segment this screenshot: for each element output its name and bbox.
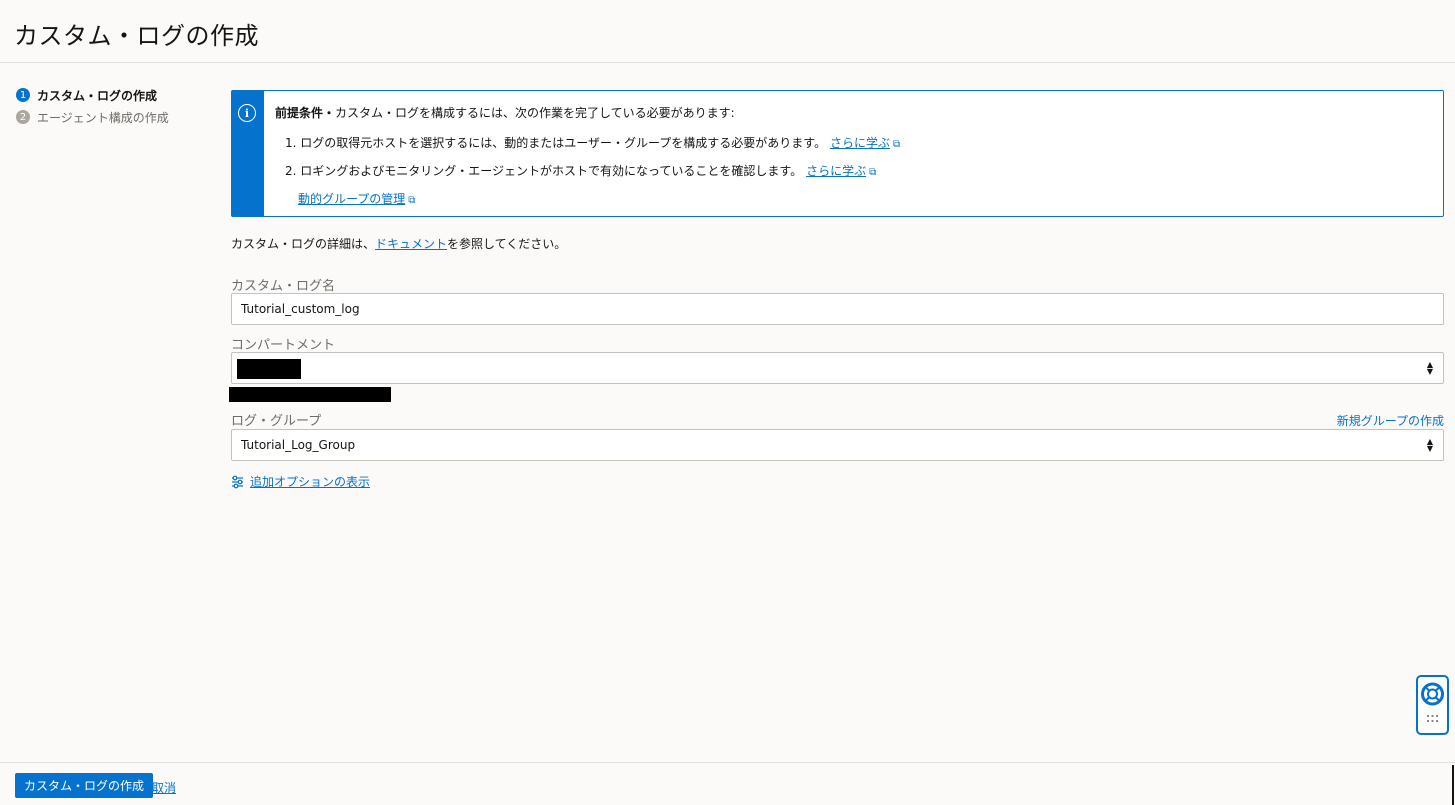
- documentation-line: カスタム・ログの詳細は、ドキュメントを参照してください。: [231, 235, 566, 252]
- prereq-title-bold: 前提条件・: [275, 106, 336, 120]
- doc-prefix: カスタム・ログの詳細は、: [231, 237, 376, 251]
- info-content: 前提条件・カスタム・ログを構成するには、次の作業を完了している必要があります: …: [275, 105, 900, 214]
- prereq-title-text: カスタム・ログを構成するには、次の作業を完了している必要があります:: [335, 106, 735, 120]
- manage-dynamic-groups-row: 動的グループの管理 ⧉: [298, 186, 900, 214]
- help-widget[interactable]: [1416, 675, 1449, 735]
- show-additional-options-link[interactable]: 追加オプションの表示: [250, 473, 370, 490]
- log-group-label: ログ・グループ: [231, 414, 322, 429]
- redacted-compartment-path: [229, 387, 391, 402]
- step-number-2: 2: [16, 110, 30, 124]
- log-group-value: Tutorial_Log_Group: [241, 438, 356, 452]
- show-additional-options[interactable]: 追加オプションの表示: [231, 473, 370, 490]
- doc-suffix: を参照してください。: [447, 237, 567, 251]
- create-new-group-link[interactable]: 新規グループの作成: [1337, 412, 1444, 429]
- select-updown-icon: ▲ ▼: [1426, 360, 1434, 376]
- manage-dynamic-groups-link[interactable]: 動的グループの管理: [298, 192, 405, 206]
- info-bar: i: [232, 91, 264, 216]
- custom-log-name-input[interactable]: [231, 293, 1444, 325]
- create-custom-log-button[interactable]: カスタム・ログの作成: [15, 773, 154, 798]
- prereq-item-2-text: 2. ロギングおよびモニタリング・エージェントがホストで有効になっていることを確…: [285, 164, 803, 178]
- wizard-steps: 1 カスタム・ログの作成 2 エージェント構成の作成: [16, 84, 169, 128]
- prerequisites-info-box: i 前提条件・カスタム・ログを構成するには、次の作業を完了している必要があります…: [231, 90, 1444, 217]
- page-title: カスタム・ログの作成: [14, 22, 259, 50]
- lifebuoy-icon: [1421, 682, 1444, 722]
- compartment-select[interactable]: ▲ ▼: [231, 352, 1444, 384]
- external-link-icon: ⧉: [408, 195, 416, 206]
- prereq-item-1: 1. ログの取得元ホストを選択するには、動的またはユーザー・グループを構成する必…: [285, 130, 900, 158]
- documentation-link[interactable]: ドキュメント: [375, 237, 447, 251]
- external-link-icon: ⧉: [869, 167, 877, 178]
- select-updown-icon: ▲ ▼: [1426, 437, 1434, 453]
- step-label: エージェント構成の作成: [37, 110, 169, 125]
- learn-more-link-1[interactable]: さらに学ぶ: [830, 136, 890, 150]
- learn-more-link-2[interactable]: さらに学ぶ: [806, 164, 866, 178]
- page-header: カスタム・ログの作成: [0, 0, 1455, 63]
- prereq-item-1-text: 1. ログの取得元ホストを選択するには、動的またはユーザー・グループを構成する必…: [285, 136, 827, 150]
- step-number-1: 1: [16, 88, 30, 102]
- redacted-compartment-value: [237, 359, 301, 379]
- custom-log-name-label: カスタム・ログ名: [231, 279, 336, 294]
- footer-bar: カスタム・ログの作成 取消: [0, 762, 1455, 805]
- step-label: カスタム・ログの作成: [37, 88, 158, 103]
- step-create-custom-log[interactable]: 1 カスタム・ログの作成: [16, 84, 169, 106]
- prereq-item-2: 2. ロギングおよびモニタリング・エージェントがホストで有効になっていることを確…: [285, 158, 900, 186]
- sliders-icon: [232, 475, 243, 488]
- prereq-title: 前提条件・カスタム・ログを構成するには、次の作業を完了している必要があります:: [275, 105, 900, 121]
- info-icon: i: [238, 104, 256, 122]
- cancel-link[interactable]: 取消: [152, 779, 176, 796]
- window-edge: [1452, 765, 1454, 805]
- compartment-label: コンパートメント: [231, 338, 336, 353]
- external-link-icon: ⧉: [892, 139, 901, 150]
- step-create-agent-config[interactable]: 2 エージェント構成の作成: [16, 106, 169, 128]
- log-group-select[interactable]: Tutorial_Log_Group ▲ ▼: [231, 429, 1444, 461]
